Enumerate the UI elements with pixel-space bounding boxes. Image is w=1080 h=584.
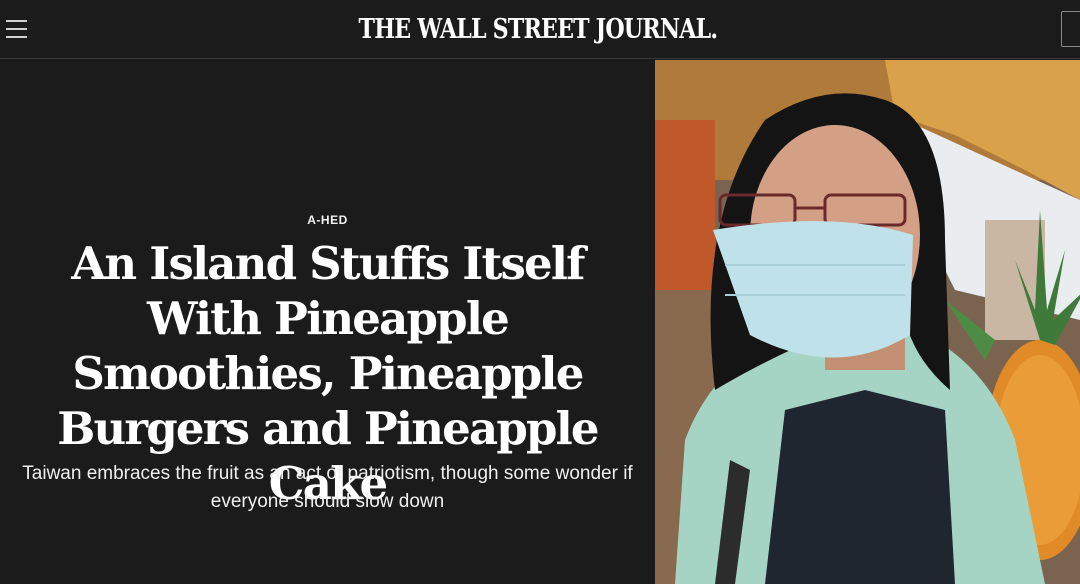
article-kicker[interactable]: A-HED <box>0 213 655 227</box>
article-dek: Taiwan embraces the fruit as an act of p… <box>22 463 633 512</box>
top-navigation-bar: THE WALL STREET JOURNAL. <box>0 0 1080 59</box>
header-action-button[interactable] <box>1061 11 1080 47</box>
hero-photo-illustration <box>655 60 1080 584</box>
masthead-logo[interactable]: THE WALL STREET JOURNAL. <box>0 13 1076 47</box>
hero-photo <box>655 60 1080 584</box>
